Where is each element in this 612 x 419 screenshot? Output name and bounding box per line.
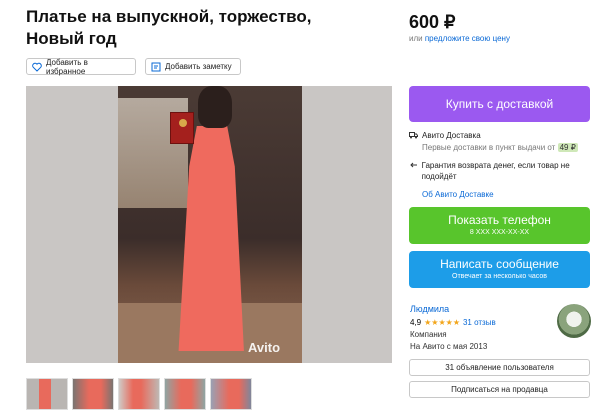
seller-name[interactable]: Людмила [410, 304, 496, 314]
price: 600 ₽ [409, 12, 456, 32]
reviews-link[interactable]: 31 отзыв [463, 318, 496, 327]
show-phone-button[interactable]: Показать телефон 8 XXX XXX-XX-XX [409, 207, 590, 244]
buy-with-delivery-button[interactable]: Купить с доставкой [409, 86, 590, 122]
main-photo [118, 86, 302, 363]
add-to-favorites-button[interactable]: Добавить в избранное [26, 57, 136, 76]
add-note-button[interactable]: Добавить заметку [145, 58, 241, 75]
subscribe-seller-button[interactable]: Подписаться на продавца [409, 381, 590, 398]
write-message-label: Написать сообщение [440, 257, 559, 271]
listing-title: Платье на выпускной, торжество, Новый го… [26, 7, 312, 48]
seller-type: Компания [410, 330, 447, 339]
user-ads-button[interactable]: 31 объявление пользователя [409, 359, 590, 376]
hair [198, 86, 232, 128]
rating-value: 4,9 [410, 318, 422, 327]
diploma-folder [170, 112, 194, 144]
seller-info: Людмила 4,9 ★★★★★ 31 отзыв Компания На А… [410, 304, 496, 351]
avito-watermark: Avito [248, 340, 281, 355]
thumbnail-strip [26, 378, 252, 410]
delivery-info: Авито Доставка Первые доставки в пункт в… [409, 131, 599, 199]
delivery-sub-text: Первые доставки в пункт выдачи от [422, 143, 556, 152]
thumbnail[interactable] [210, 378, 252, 410]
suggest-price-link[interactable]: предложите свою цену [425, 34, 510, 43]
add-to-favorites-label: Добавить в избранное [46, 57, 88, 76]
thumbnail[interactable] [164, 378, 206, 410]
price-offer: или предложите свою цену [409, 34, 510, 43]
about-delivery-link[interactable]: Об Авито Доставке [409, 190, 599, 199]
seller-rating: 4,9 ★★★★★ 31 отзыв [410, 318, 496, 327]
seller-avatar[interactable] [557, 304, 591, 338]
delivery-price-badge: 49 ₽ [557, 143, 578, 152]
offer-prefix: или [409, 34, 423, 43]
star-icons: ★★★★★ [424, 318, 460, 327]
truck-icon [409, 131, 419, 141]
response-time: Отвечает за несколько часов [452, 273, 547, 280]
delivery-title: Авито Доставка [422, 131, 481, 140]
masked-phone-number: 8 XXX XXX-XX-XX [469, 229, 530, 236]
money-back-guarantee: Гарантия возврата денег, если товар не п… [421, 161, 570, 181]
heart-icon [32, 62, 42, 72]
show-phone-label: Показать телефон [448, 213, 551, 227]
seller-since: На Авито с мая 2013 [410, 342, 488, 351]
return-arrow-icon [409, 160, 419, 170]
delivery-subtitle: Первые доставки в пункт выдачи от 49 ₽ [409, 143, 599, 152]
thumbnail[interactable] [26, 378, 68, 410]
thumbnail[interactable] [72, 378, 114, 410]
photo-gallery[interactable]: Avito [26, 86, 392, 363]
write-message-button[interactable]: Написать сообщение Отвечает за несколько… [409, 251, 590, 288]
note-icon [151, 62, 161, 72]
thumbnail[interactable] [118, 378, 160, 410]
add-note-label: Добавить заметку [165, 62, 232, 71]
